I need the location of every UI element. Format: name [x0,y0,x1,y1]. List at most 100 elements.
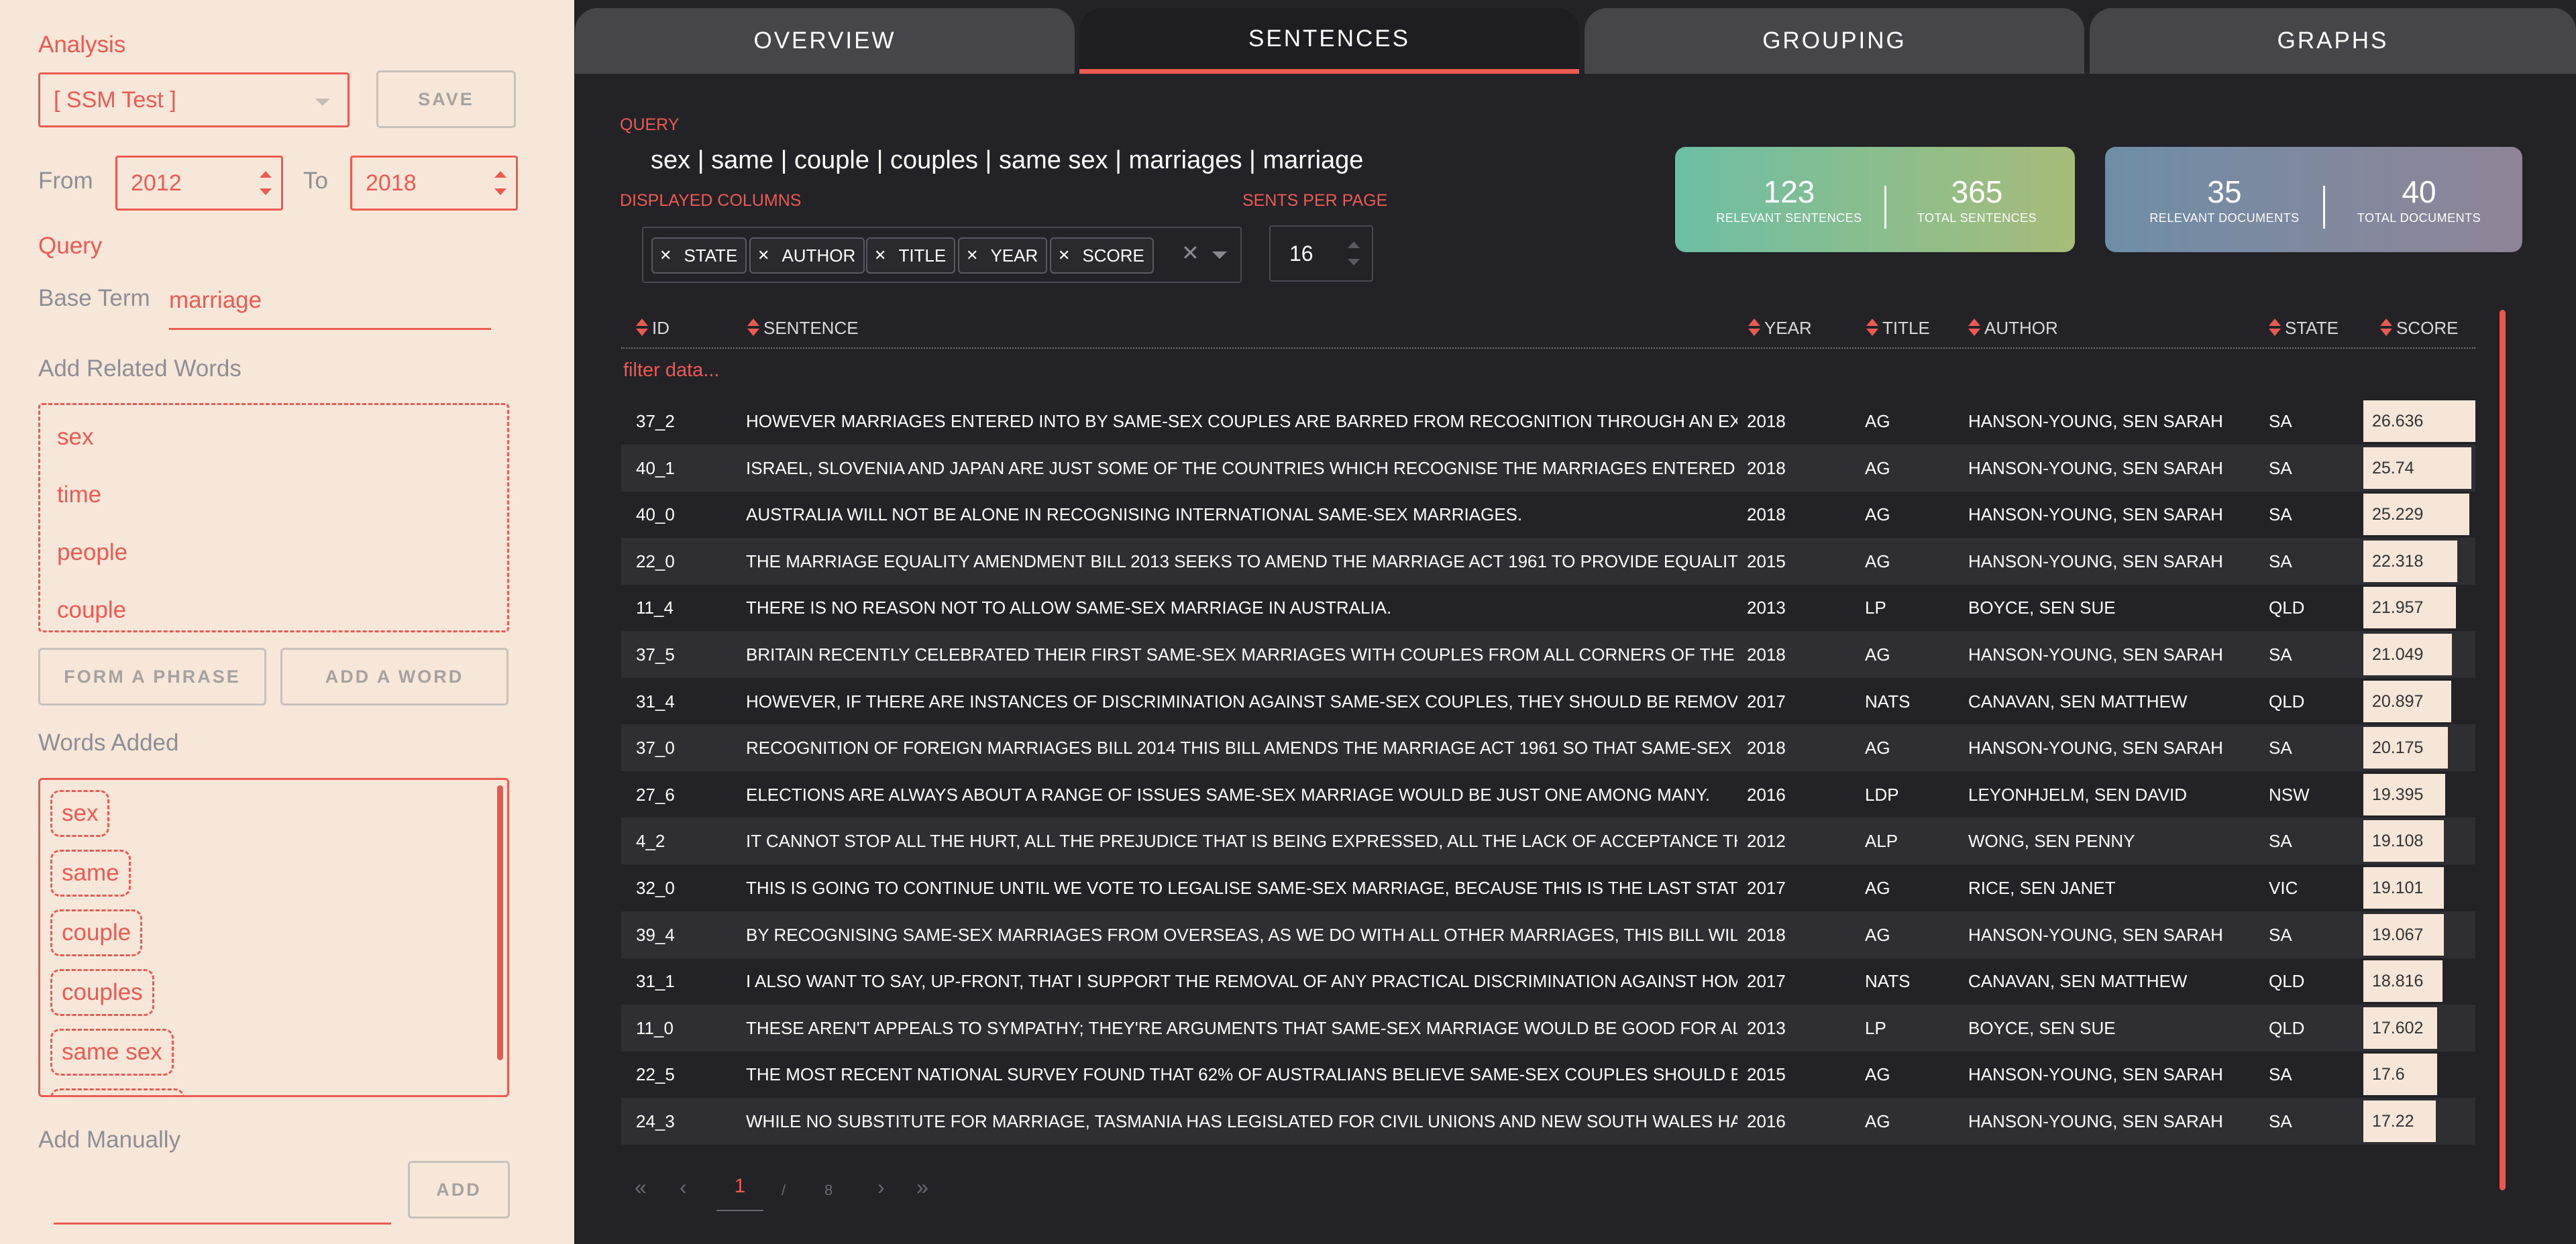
first-page-button[interactable]: « [635,1175,647,1200]
base-term-input[interactable]: marriage [169,287,262,314]
spin-up-icon[interactable] [1348,241,1360,248]
column-header-sentence[interactable]: SENTENCE [747,310,859,346]
close-icon[interactable]: ✕ [757,247,769,264]
table-row[interactable]: 37_5 BRITAIN RECENTLY CELEBRATED THEIR FI… [621,631,2475,678]
table-row[interactable]: 24_3 WHILE NO SUBSTITUTE FOR MARRIAGE, TA… [621,1098,2475,1145]
table-row[interactable]: 40_0 AUSTRALIA WILL NOT BE ALONE IN RECOG… [621,491,2475,538]
tab-overview[interactable]: OVERVIEW [575,8,1075,74]
table-row[interactable]: 11_0 THESE AREN'T APPEALS TO SYMPATHY; TH… [621,1004,2475,1052]
spin-up-icon[interactable] [494,171,506,178]
table-row[interactable]: 40_1 ISRAEL, SLOVENIA AND JAPAN ARE JUST … [621,444,2475,492]
tab-sentences[interactable]: SENTENCES [1079,8,1579,74]
word-chip[interactable]: couple [50,909,143,956]
cell-state: SA [2269,551,2292,571]
cell-year: 2018 [1747,411,1786,431]
cell-score: 21.049 [2372,645,2424,664]
table-row[interactable]: 31_1 I ALSO WANT TO SAY, UP-FRONT, THAT I… [621,958,2475,1005]
word-chip[interactable]: same sex [50,1029,174,1076]
table-row[interactable]: 39_4 BY RECOGNISING SAME-SEX MARRIAGES FR… [621,911,2475,958]
words-added-scrollbar[interactable] [497,785,503,1060]
cell-title: NATS [1865,971,1911,992]
cell-score: 20.897 [2372,691,2424,711]
table-row[interactable]: 22_5 THE MOST RECENT NATIONAL SURVEY FOUN… [621,1051,2475,1098]
add-word-button[interactable]: ADD A WORD [280,648,508,705]
sents-per-page-input[interactable]: 16 [1269,225,1373,282]
cell-title: LDP [1865,784,1899,805]
close-icon[interactable]: ✕ [874,247,886,264]
related-word-item[interactable]: couple [57,597,126,624]
column-header-score[interactable]: SCORE [2380,310,2458,346]
base-term-label: Base Term [38,285,150,311]
word-chip-partial[interactable] [50,1088,184,1095]
last-page-button[interactable]: » [916,1175,928,1200]
from-year-input[interactable]: 2012 [115,156,283,211]
next-page-button[interactable]: › [877,1175,885,1200]
table-row[interactable]: 4_2 IT CANNOT STOP ALL THE HURT, ALL THE … [621,817,2475,865]
word-chip[interactable]: sex [50,790,110,837]
column-header-label: ID [652,317,669,338]
table-row[interactable]: 37_0 RECOGNITION OF FOREIGN MARRIAGES BIL… [621,724,2475,772]
table-row[interactable]: 22_0 THE MARRIAGE EQUALITY AMENDMENT BILL… [621,537,2475,585]
total-sentences-label: TOTAL SENTENCES [1917,211,2037,225]
table-row[interactable]: 11_4 THERE IS NO REASON NOT TO ALLOW SAME… [621,584,2475,631]
spin-down-icon[interactable] [260,188,272,195]
word-chip[interactable]: same [50,850,131,897]
spin-up-icon[interactable] [260,171,272,178]
cell-id: 4_2 [636,831,665,852]
table-row[interactable]: 37_2 HOWEVER MARRIAGES ENTERED INTO BY SA… [621,398,2475,445]
page-separator: / [782,1182,786,1198]
cell-author: HANSON-YOUNG, SEN SARAH [1968,457,2223,478]
displayed-columns-select[interactable]: ✕ STATE ✕ AUTHOR ✕ TITLE ✕ YEAR ✕ SCORE ✕ [642,227,1242,283]
close-icon[interactable]: ✕ [1058,247,1070,264]
cell-state: SA [2269,411,2292,431]
cell-state: NSW [2269,784,2310,805]
save-button[interactable]: SAVE [376,70,516,128]
column-chip-state[interactable]: ✕ STATE [651,237,747,274]
add-manually-input[interactable] [54,1223,391,1225]
column-chip-title[interactable]: ✕ TITLE [866,237,956,274]
related-word-item[interactable]: people [57,539,127,566]
table-row[interactable]: 32_0 THIS IS GOING TO CONTINUE UNTIL WE V… [621,864,2475,911]
cell-year: 2015 [1747,1064,1786,1085]
cell-year: 2017 [1747,878,1786,898]
related-word-item[interactable]: sex [57,424,93,451]
cell-title: AG [1865,1064,1890,1085]
clear-all-icon[interactable]: ✕ [1181,240,1199,266]
filter-input[interactable]: filter data... [623,359,719,382]
words-added-list[interactable]: sex same couple couples same sex [38,778,509,1097]
current-page[interactable]: 1 [716,1175,763,1211]
related-word-item[interactable]: time [57,482,101,508]
tab-grouping[interactable]: GROUPING [1585,8,2084,74]
cell-author: HANSON-YOUNG, SEN SARAH [1968,411,2223,431]
column-header-state[interactable]: STATE [2269,310,2339,346]
spin-down-icon[interactable] [1348,259,1360,266]
word-chip[interactable]: couples [50,969,154,1016]
table-row[interactable]: 31_4 HOWEVER, IF THERE ARE INSTANCES OF D… [621,678,2475,725]
chevron-down-icon[interactable] [1212,251,1227,259]
table-scrollbar[interactable] [2500,310,2506,1190]
column-header-author[interactable]: AUTHOR [1968,310,2058,346]
column-header-title[interactable]: TITLE [1866,310,1930,346]
form-phrase-button[interactable]: FORM A PHRASE [38,648,266,705]
spin-down-icon[interactable] [494,188,506,195]
prev-page-button[interactable]: ‹ [680,1175,687,1200]
cell-state: QLD [2269,1017,2305,1038]
cell-sentence: THE MOST RECENT NATIONAL SURVEY FOUND TH… [746,1064,1737,1085]
add-manually-label: Add Manually [38,1127,181,1153]
close-icon[interactable]: ✕ [966,247,978,264]
cell-title: AG [1865,878,1890,898]
analysis-select[interactable]: [ SSM Test ] [38,72,350,127]
related-words-list[interactable]: sex time people couple [38,403,509,632]
to-year-input[interactable]: 2018 [350,156,518,211]
column-chip-year[interactable]: ✕ YEAR [958,237,1048,274]
column-header-id[interactable]: ID [636,310,669,346]
tab-graphs[interactable]: GRAPHS [2090,8,2576,74]
sentences-stats-card: 123 RELEVANT SENTENCES 365 TOTAL SENTENC… [1675,147,2075,252]
table-row[interactable]: 27_6 ELECTIONS ARE ALWAYS ABOUT A RANGE O… [621,771,2475,818]
close-icon[interactable]: ✕ [659,247,672,264]
add-button[interactable]: ADD [408,1161,510,1219]
column-chip-author[interactable]: ✕ AUTHOR [749,237,865,274]
column-chip-score[interactable]: ✕ SCORE [1050,237,1154,274]
column-header-year[interactable]: YEAR [1748,310,1812,346]
analysis-value: [ SSM Test ] [54,87,176,113]
